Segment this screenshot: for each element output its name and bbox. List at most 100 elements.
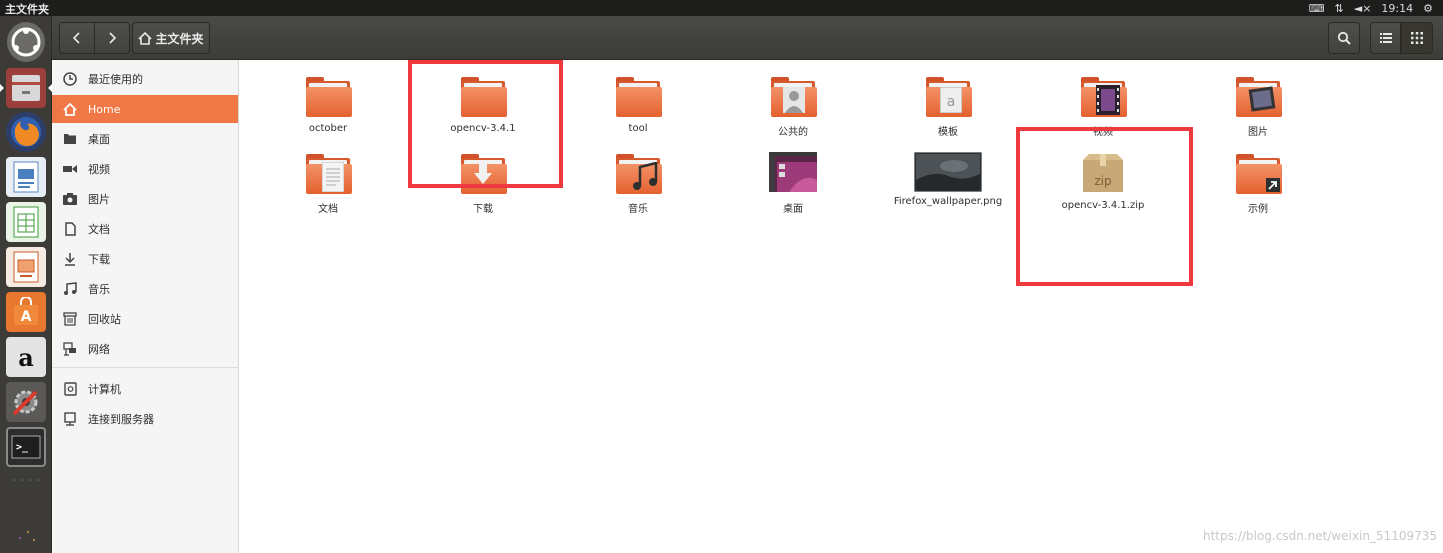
back-button[interactable] <box>59 22 95 54</box>
sidebar-item-music[interactable]: 音乐 <box>52 275 238 303</box>
videos-folder-icon <box>1079 75 1127 119</box>
sidebar-item-label: 图片 <box>88 193 110 206</box>
file-item-pictures[interactable]: 图片 <box>1193 75 1323 138</box>
gear-icon[interactable]: ⚙ <box>1423 2 1433 15</box>
clock-time[interactable]: 19:14 <box>1381 2 1413 15</box>
keyboard-icon[interactable]: ⌨ <box>1309 2 1325 15</box>
desktop-folder-icon <box>769 152 817 196</box>
sidebar-item-downloads[interactable]: 下载 <box>52 245 238 273</box>
launcher: A a >_ <box>0 16 52 553</box>
header-bar: 主文件夹 <box>52 16 1443 60</box>
places-sidebar: 最近使用的 Home 桌面 视频 图片 文档 下载 音乐 回收站 网络 计算机 <box>52 60 239 553</box>
sidebar-item-home[interactable]: Home <box>52 95 238 123</box>
firefox-icon[interactable] <box>6 112 46 152</box>
file-name: 桌面 <box>783 204 803 215</box>
grid-view-button[interactable] <box>1401 22 1433 54</box>
file-name: tool <box>628 123 648 134</box>
svg-text:A: A <box>21 309 32 325</box>
watermark: https://blog.csdn.net/weixin_51109735 <box>1202 529 1437 543</box>
sidebar-item-label: 回收站 <box>88 313 121 326</box>
image-thumbnail-icon <box>913 151 983 193</box>
file-name: Firefox_wallpaper.png <box>893 196 1003 207</box>
file-item-firefox-wallpaper[interactable]: Firefox_wallpaper.png <box>883 151 1013 207</box>
app-title: 主文件夹 <box>5 3 49 16</box>
clock-icon <box>62 71 78 87</box>
list-view-button[interactable] <box>1370 22 1401 54</box>
terminal-icon[interactable]: >_ <box>6 427 46 467</box>
sidebar-item-recent[interactable]: 最近使用的 <box>52 65 238 93</box>
file-item-public[interactable]: 公共的 <box>728 75 858 138</box>
sidebar-item-trash[interactable]: 回收站 <box>52 305 238 333</box>
sidebar-item-network[interactable]: 网络 <box>52 335 238 363</box>
sidebar-item-computer[interactable]: 计算机 <box>52 375 238 403</box>
documents-folder-icon <box>304 152 352 196</box>
video-icon <box>62 161 78 177</box>
path-button-home[interactable]: 主文件夹 <box>132 22 210 54</box>
launcher-decoration <box>13 479 39 541</box>
templates-folder-icon: a <box>924 75 972 119</box>
volume-muted-icon[interactable]: ◄× <box>1354 2 1372 15</box>
sidebar-item-desktop[interactable]: 桌面 <box>52 125 238 153</box>
sidebar-item-pictures[interactable]: 图片 <box>52 185 238 213</box>
sidebar-divider <box>52 367 238 368</box>
libreoffice-writer-icon[interactable] <box>6 157 46 197</box>
system-tray: ⌨ ⇅ ◄× 19:14 ⚙ <box>1309 0 1443 16</box>
ubuntu-dash-icon[interactable] <box>7 22 45 62</box>
public-folder-icon <box>769 75 817 119</box>
sidebar-item-connect-server[interactable]: 连接到服务器 <box>52 405 238 433</box>
software-center-icon[interactable]: A <box>6 292 46 332</box>
sidebar-item-videos[interactable]: 视频 <box>52 155 238 183</box>
search-icon <box>1337 31 1351 45</box>
path-label: 主文件夹 <box>155 31 204 46</box>
file-name: 示例 <box>1248 204 1268 215</box>
folder-icon <box>614 75 662 119</box>
home-icon <box>62 101 78 117</box>
sidebar-item-documents[interactable]: 文档 <box>52 215 238 243</box>
file-name: 图片 <box>1248 127 1268 138</box>
examples-folder-link-icon <box>1234 152 1282 196</box>
amazon-icon[interactable]: a <box>6 337 46 377</box>
server-icon <box>62 411 78 427</box>
music-icon <box>62 281 78 297</box>
forward-button[interactable] <box>94 22 130 54</box>
sidebar-item-label: 视频 <box>88 163 110 176</box>
chevron-right-icon <box>109 32 117 44</box>
svg-text:>_: >_ <box>16 442 29 453</box>
system-settings-icon[interactable] <box>6 382 46 422</box>
folder-icon <box>304 75 352 119</box>
libreoffice-impress-icon[interactable] <box>6 247 46 287</box>
download-icon <box>62 251 78 267</box>
grid-view-icon <box>1411 32 1423 44</box>
sidebar-item-label: 桌面 <box>88 133 110 146</box>
sidebar-item-label: 网络 <box>88 343 110 356</box>
network-icon[interactable]: ⇅ <box>1335 2 1344 15</box>
file-item-tool[interactable]: tool <box>573 75 703 134</box>
files-launcher-icon[interactable] <box>0 68 52 108</box>
svg-text:a: a <box>947 94 956 110</box>
top-panel: 主文件夹 ⌨ ⇅ ◄× 19:14 ⚙ <box>0 0 1443 16</box>
chevron-left-icon <box>72 32 80 44</box>
libreoffice-calc-icon[interactable] <box>6 202 46 242</box>
sidebar-item-label: 音乐 <box>88 283 110 296</box>
file-name: 音乐 <box>628 204 648 215</box>
file-grid: october opencv-3.4.1 tool 公共的 a 模板 视频 图片 <box>240 60 1443 553</box>
file-item-examples[interactable]: 示例 <box>1193 152 1323 215</box>
sidebar-item-label: 最近使用的 <box>88 73 143 86</box>
sidebar-item-label: Home <box>88 102 121 116</box>
file-item-templates[interactable]: a 模板 <box>883 75 1013 138</box>
document-icon <box>62 221 78 237</box>
trash-icon <box>62 311 78 327</box>
search-button[interactable] <box>1328 22 1360 54</box>
file-item-desktop[interactable]: 桌面 <box>728 152 858 215</box>
file-item-documents[interactable]: 文档 <box>263 152 393 215</box>
music-folder-icon <box>614 152 662 196</box>
computer-icon <box>62 381 78 397</box>
file-item-october[interactable]: october <box>263 75 393 134</box>
pictures-folder-icon <box>1234 75 1282 119</box>
file-item-music[interactable]: 音乐 <box>573 152 703 215</box>
sidebar-item-label: 文档 <box>88 223 110 236</box>
sidebar-item-label: 计算机 <box>88 383 121 396</box>
sidebar-item-label: 连接到服务器 <box>88 413 154 426</box>
highlight-box-opencv-folder <box>408 60 563 188</box>
sidebar-item-label: 下载 <box>88 253 110 266</box>
